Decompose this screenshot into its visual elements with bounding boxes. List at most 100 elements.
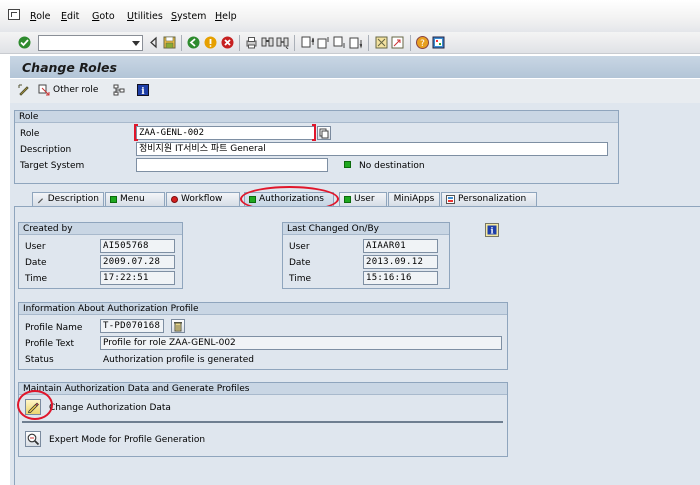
menu-system[interactable]: System: [171, 11, 206, 22]
info-icon: i: [485, 223, 499, 237]
profile-name-value: T-PD070168: [100, 319, 164, 333]
find-next-icon[interactable]: [276, 36, 289, 49]
created-time-value: 17:22:51: [100, 271, 175, 285]
created-user-value: AI505768: [100, 239, 175, 253]
personalization-icon: [446, 195, 455, 204]
help-icon[interactable]: ?: [416, 36, 429, 49]
role-group-title: Role: [15, 111, 618, 123]
tab-user[interactable]: User: [339, 192, 387, 206]
profile-text-value: Profile for role ZAA-GENL-002: [100, 336, 502, 350]
tab-authorizations-label: Authorizations: [259, 194, 324, 204]
tab-description-label: Description: [47, 194, 99, 204]
target-system-field[interactable]: [136, 158, 328, 172]
profile-name-label: Profile Name: [25, 323, 83, 333]
enter-check-icon[interactable]: [18, 36, 31, 49]
menu-help[interactable]: Help: [215, 11, 237, 22]
print-icon[interactable]: [245, 36, 258, 49]
magnifier-icon: [27, 433, 40, 446]
change-authorization-data-button[interactable]: [25, 399, 41, 415]
red-status-icon: [171, 196, 178, 203]
changed-date-label: Date: [289, 258, 311, 268]
created-time-label: Time: [25, 274, 48, 284]
hierarchy-icon: [113, 84, 125, 96]
created-user-label: User: [25, 242, 46, 252]
created-by-group: Created by User AI505768 Date 2009.07.28…: [18, 222, 183, 289]
last-page-icon[interactable]: [349, 36, 362, 49]
other-role-icon: [38, 84, 50, 96]
target-status-text: No destination: [359, 161, 425, 171]
expert-mode-button[interactable]: [25, 431, 41, 447]
changed-date-value: 2013.09.12: [363, 255, 438, 269]
menubar: Role Edit Goto Utilities System Help: [0, 0, 700, 32]
created-by-title: Created by: [19, 223, 182, 235]
other-role-label: Other role: [53, 85, 99, 95]
system-menu-icon[interactable]: [8, 9, 20, 20]
back-arrow-icon[interactable]: [148, 36, 161, 49]
created-date-value: 2009.07.28: [100, 255, 175, 269]
information-button[interactable]: i: [137, 84, 149, 96]
role-copy-button[interactable]: [317, 126, 331, 140]
tab-personalization[interactable]: Personalization: [441, 192, 537, 206]
description-field[interactable]: 정비지원 IT서비스 파트 General: [136, 142, 608, 156]
display-change-button[interactable]: [18, 84, 30, 96]
green-status-icon: [110, 196, 117, 203]
menu-goto[interactable]: Goto: [92, 11, 115, 22]
svg-text:?: ?: [420, 39, 425, 49]
cancel-icon[interactable]: [221, 36, 234, 49]
svg-text:i: i: [141, 87, 145, 96]
svg-text:i: i: [490, 226, 493, 236]
exit-icon[interactable]: [204, 36, 217, 49]
tab-menu[interactable]: Menu: [105, 192, 165, 206]
save-icon[interactable]: [163, 36, 176, 49]
green-status-icon: [344, 196, 351, 203]
change-authorization-data-label[interactable]: Change Authorization Data: [49, 403, 171, 413]
create-session-icon[interactable]: [375, 36, 388, 49]
pencil-icon: [37, 198, 44, 204]
other-role-button[interactable]: Other role: [38, 84, 98, 96]
title-bar: Change Roles: [10, 56, 700, 78]
tab-description[interactable]: Description: [32, 192, 104, 206]
info-button[interactable]: i: [485, 223, 499, 237]
maintain-group: Maintain Authorization Data and Generate…: [18, 382, 508, 457]
shortcut-icon[interactable]: [391, 36, 404, 49]
auth-profile-title: Information About Authorization Profile: [19, 303, 507, 315]
copy-icon: [319, 128, 329, 139]
status-value: Authorization profile is generated: [103, 355, 254, 365]
previous-page-icon[interactable]: [317, 36, 330, 49]
hierarchy-button[interactable]: [113, 84, 125, 96]
last-changed-title: Last Changed On/By: [283, 223, 449, 235]
changed-time-label: Time: [289, 274, 312, 284]
role-field[interactable]: ZAA-GENL-002: [136, 126, 316, 140]
role-field-annotation-right: [312, 124, 316, 141]
menu-utilities[interactable]: Utilities: [127, 11, 163, 22]
pencil-icon: [27, 402, 39, 413]
profile-delete-button[interactable]: [171, 319, 185, 333]
expert-mode-label[interactable]: Expert Mode for Profile Generation: [49, 435, 205, 445]
first-page-icon[interactable]: [301, 36, 314, 49]
trash-icon: [174, 322, 182, 332]
menu-role[interactable]: Role: [30, 11, 50, 22]
next-page-icon[interactable]: [333, 36, 346, 49]
last-changed-group: Last Changed On/By User AIAAR01 Date 201…: [282, 222, 450, 289]
customize-layout-icon[interactable]: [432, 36, 445, 49]
command-field[interactable]: [38, 35, 143, 51]
chevron-down-icon[interactable]: [132, 41, 140, 46]
menu-edit[interactable]: Edit: [61, 11, 79, 22]
green-status-icon: [249, 196, 256, 203]
application-toolbar: Other role i: [10, 79, 700, 103]
tab-personalization-label: Personalization: [458, 194, 527, 204]
status-label: Status: [25, 355, 54, 365]
tab-miniapps[interactable]: MiniApps: [388, 192, 440, 206]
info-icon: i: [137, 84, 149, 96]
role-field-annotation-left: [134, 124, 138, 141]
page-title: Change Roles: [22, 60, 117, 75]
back-icon[interactable]: [187, 36, 200, 49]
tab-authorizations[interactable]: Authorizations: [244, 192, 334, 206]
standard-toolbar: ?: [0, 32, 700, 54]
role-group: Role Role ZAA-GENL-002 Description 정비지원 …: [14, 110, 619, 184]
role-label: Role: [20, 129, 40, 139]
tab-menu-label: Menu: [120, 194, 145, 204]
find-icon[interactable]: [261, 36, 274, 49]
tab-workflow[interactable]: Workflow: [166, 192, 240, 206]
separator: [22, 421, 503, 423]
